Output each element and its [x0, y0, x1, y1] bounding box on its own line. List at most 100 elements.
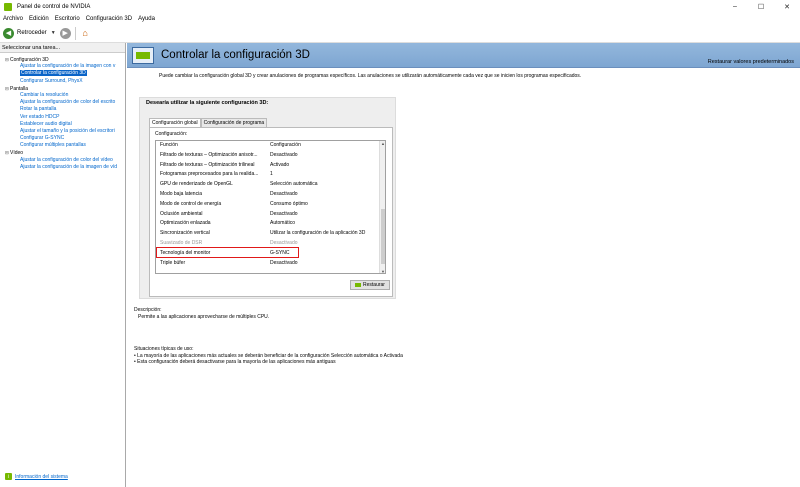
settings-list: Función Configuración Filtrado de textur… [155, 140, 386, 274]
setting-row[interactable]: Fotogramas preprocesados para la realida… [156, 170, 380, 180]
toolbar: ◀ Retroceder ▼ ▶ ⌂ [0, 24, 800, 43]
sidebar-task-item[interactable]: Controlar la configuración 3D [0, 70, 125, 77]
setting-value[interactable]: Consumo óptimo [270, 200, 382, 210]
setting-row[interactable]: Modo baja latencia Desactivado [156, 190, 380, 200]
sidebar-item-label: Ajustar la configuración de la imagen co… [20, 63, 116, 70]
highlight-box [156, 247, 299, 258]
setting-row[interactable]: GPU de renderizado de OpenGL Selección au… [156, 180, 380, 190]
system-info-label[interactable]: Información del sistema [15, 474, 68, 480]
3d-settings-icon [132, 47, 154, 64]
system-info-link[interactable]: i Información del sistema [5, 473, 68, 480]
back-arrow-icon[interactable]: ◀ [3, 27, 14, 39]
usage-item: • Esta configuración deberá desactivarse… [134, 359, 336, 365]
setting-feature: Oclusión ambiental [160, 210, 203, 217]
sidebar-item-label: Cambiar la resolución [20, 91, 69, 98]
setting-value[interactable]: Utilizar la configuración de la aplicaci… [270, 229, 382, 239]
sidebar-task-item[interactable]: Establecer audio digital [0, 121, 125, 128]
setting-row[interactable]: Oclusión ambiental Desactivado [156, 210, 380, 220]
column-header-value: Configuración [270, 142, 301, 148]
sidebar-task-item[interactable]: Ajustar la configuración de color del ví… [0, 157, 125, 164]
setting-row[interactable]: Filtrado de texturas – Optimización anis… [156, 151, 380, 161]
sidebar-task-item[interactable]: Ajustar la configuración de la imagen co… [0, 63, 125, 70]
sidebar-item-label: Configurar múltiples pantallas [20, 142, 86, 149]
sidebar-category[interactable]: ⊟Configuración 3D [0, 56, 125, 63]
scroll-thumb[interactable] [381, 209, 385, 264]
setting-value[interactable]: 1 [270, 170, 382, 180]
sidebar-item-label: Configuración 3D [10, 57, 49, 63]
setting-value[interactable]: Automático [270, 219, 382, 229]
setting-value[interactable]: Selección automática [270, 180, 382, 190]
scroll-down-icon[interactable]: ▼ [380, 269, 385, 273]
restore-defaults-link[interactable]: Restaurar valores predeterminados [708, 59, 794, 65]
sidebar-task-item[interactable]: Rotar la pantalla [0, 106, 125, 113]
setting-row[interactable]: Triple búfer Desactivado [156, 259, 380, 269]
description-section: Descripción: Permite a las aplicaciones … [134, 307, 269, 320]
sidebar-task-item[interactable]: Cambiar la resolución [0, 92, 125, 99]
setting-value[interactable]: Desactivado [270, 151, 382, 161]
usage-section: Situaciones típicas de uso: • La mayoría… [134, 346, 403, 366]
setting-row[interactable]: Optimización enlazada Automático [156, 219, 380, 229]
back-history-dropdown-icon[interactable]: ▼ [51, 30, 56, 36]
tab-configuracion-de-programa[interactable]: Configuración de programa [200, 118, 268, 127]
config-group: Desearía utilizar la siguiente configura… [139, 97, 396, 299]
task-sidebar: Seleccionar una tarea... ⊟Configuración … [0, 43, 126, 487]
sidebar-task-item[interactable]: Configurar Surround, PhysX [0, 78, 125, 85]
sidebar-item-label: Pantalla [10, 85, 29, 92]
setting-value[interactable]: Desactivado [270, 259, 382, 269]
sidebar-item-label: Ajustar la configuración de color del es… [20, 99, 116, 106]
sidebar-task-item[interactable]: Configurar G-SYNC [0, 135, 125, 142]
config-heading: Desearía utilizar la siguiente configura… [146, 100, 269, 106]
restore-button-label: Restaurar [363, 282, 385, 288]
maximize-button[interactable]: ☐ [748, 0, 774, 13]
setting-row[interactable]: Sincronización vertical Utilizar la confi… [156, 229, 380, 239]
home-icon[interactable]: ⌂ [79, 27, 92, 40]
setting-value[interactable]: Desactivado [270, 210, 382, 220]
menu-ayuda[interactable]: Ayuda [138, 16, 155, 22]
window-controls: – ☐ ✕ [722, 0, 800, 13]
system-info-icon: i [5, 473, 12, 480]
menu-escritorio[interactable]: Escritorio [55, 16, 80, 22]
setting-value[interactable]: Activado [270, 161, 382, 171]
tab-configuracion-global[interactable]: Configuración global [149, 118, 201, 127]
setting-feature: Modo baja latencia [160, 191, 202, 197]
settings-label: Configuración: [155, 131, 188, 137]
sidebar-item-label: Establecer audio digital [20, 120, 72, 127]
setting-value[interactable]: Desactivado [270, 190, 382, 200]
scroll-up-icon[interactable]: ▲ [380, 141, 385, 147]
sidebar-category[interactable]: ⊟Vídeo [0, 149, 125, 156]
sidebar-task-item[interactable]: Ver estado HDCP [0, 114, 125, 121]
column-header-feature: Función [160, 142, 178, 148]
page-intro: Puede cambiar la configuración global 3D… [159, 73, 582, 79]
sidebar-task-item[interactable]: Ajustar el tamaño y la posición del escr… [0, 128, 125, 135]
restore-button[interactable]: Restaurar [350, 280, 390, 290]
close-button[interactable]: ✕ [774, 0, 800, 13]
sidebar-item-label: Ajustar el tamaño y la posición del escr… [20, 127, 115, 134]
sidebar-task-item[interactable]: Ajustar la configuración de la imagen de… [0, 164, 125, 171]
sidebar-item-label: Controlar la configuración 3D [20, 70, 87, 77]
sidebar-item-label: Ajustar la configuración de la imagen de… [20, 163, 118, 170]
settings-header-row: Función Configuración [156, 141, 380, 151]
back-button-label[interactable]: Retroceder [17, 30, 47, 36]
sidebar-task-item[interactable]: Ajustar la configuración de color del es… [0, 99, 125, 106]
sidebar-task-item[interactable]: Configurar múltiples pantallas [0, 142, 125, 149]
menu-edicion[interactable]: Edición [29, 16, 49, 22]
sidebar-item-label: Configurar G-SYNC [20, 135, 65, 142]
setting-feature: Triple búfer [160, 259, 186, 266]
menu-bar: Archivo Edición Escritorio Configuración… [0, 13, 800, 24]
sidebar-header: Seleccionar una tarea... [0, 43, 125, 53]
setting-row[interactable]: Modo de control de energía Consumo óptimo [156, 200, 380, 210]
sidebar-item-label: Rotar la pantalla [20, 106, 57, 113]
menu-archivo[interactable]: Archivo [3, 16, 23, 22]
sidebar-item-label: Vídeo [10, 150, 24, 157]
sidebar-item-label: Configurar Surround, PhysX [20, 77, 83, 84]
menu-configuracion-3d[interactable]: Configuración 3D [86, 16, 132, 22]
sidebar-category[interactable]: ⊟Pantalla [0, 85, 125, 92]
setting-row[interactable]: Filtrado de texturas – Optimización tril… [156, 161, 380, 171]
window-title: Panel de control de NVIDIA [17, 3, 91, 10]
minimize-button[interactable]: – [722, 0, 748, 13]
config-tabs: Configuración global Configuración de pr… [149, 118, 268, 127]
settings-scrollbar[interactable]: ▲ ▼ [379, 141, 385, 273]
setting-feature: Modo de control de energía [160, 200, 222, 207]
forward-arrow-icon[interactable]: ▶ [59, 27, 71, 39]
setting-feature: Optimización enlazada [160, 220, 211, 227]
